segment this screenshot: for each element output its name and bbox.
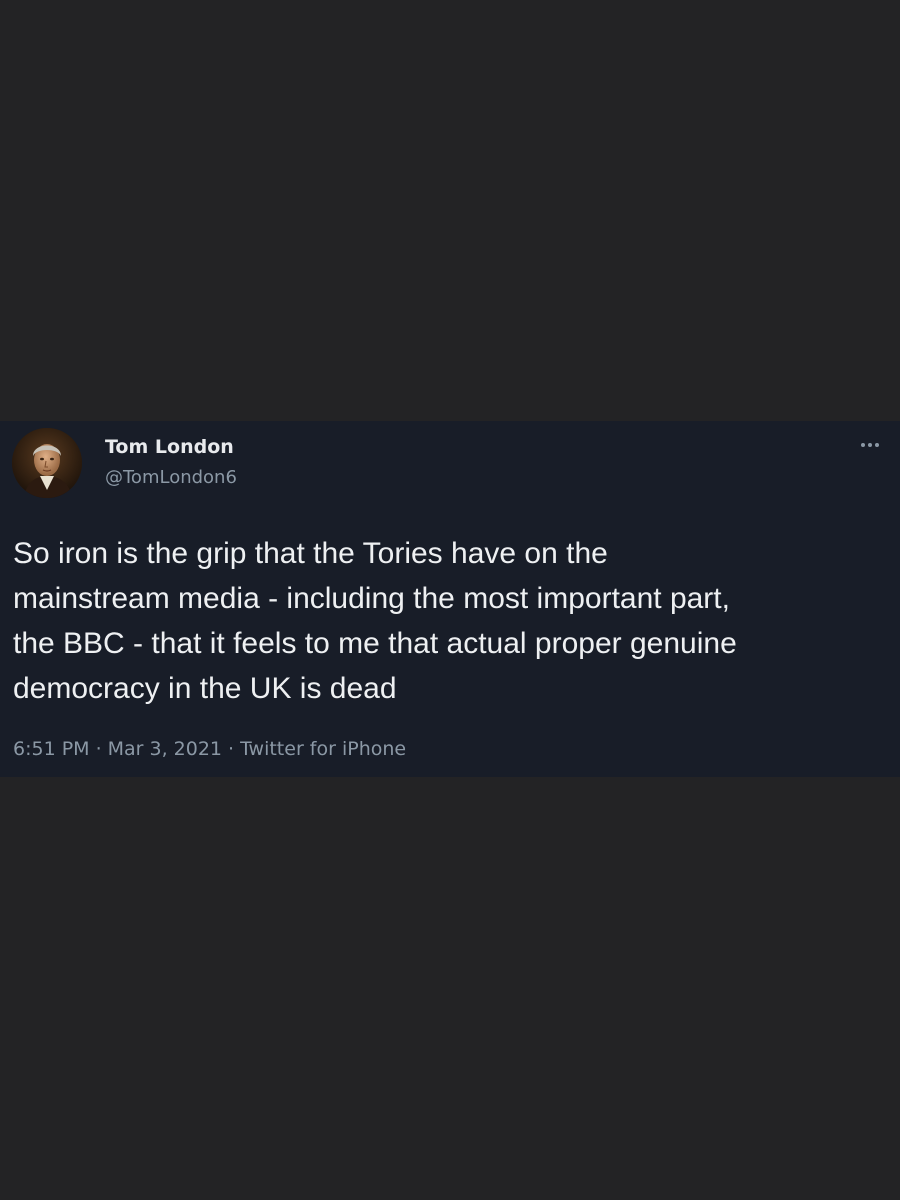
tweet-time[interactable]: 6:51 PM	[13, 738, 90, 760]
more-options-icon[interactable]	[852, 433, 888, 457]
page: Tom London @TomLondon6 So iron is the gr…	[0, 0, 900, 1200]
tweet-text-line: democracy in the UK is dead	[13, 672, 397, 705]
portrait-avatar-icon	[12, 428, 82, 498]
meta-separator: ·	[228, 738, 235, 760]
tweet-text: So iron is the grip that the Tories have…	[13, 531, 888, 711]
tweet-card: Tom London @TomLondon6 So iron is the gr…	[0, 421, 900, 777]
tweet-source[interactable]: Twitter for iPhone	[240, 738, 406, 760]
tweet-text-line: So iron is the grip that the Tories have…	[13, 537, 608, 570]
author-handle[interactable]: @TomLondon6	[105, 467, 237, 488]
author-avatar[interactable]	[12, 428, 82, 498]
tweet-date[interactable]: Mar 3, 2021	[108, 738, 222, 760]
tweet-metadata: 6:51 PM · Mar 3, 2021 · Twitter for iPhone	[13, 738, 406, 760]
author-display-name[interactable]: Tom London	[105, 436, 234, 458]
tweet-text-line: the BBC - that it feels to me that actua…	[13, 627, 737, 660]
tweet-text-line: mainstream media - including the most im…	[13, 582, 730, 615]
meta-separator: ·	[95, 738, 102, 760]
